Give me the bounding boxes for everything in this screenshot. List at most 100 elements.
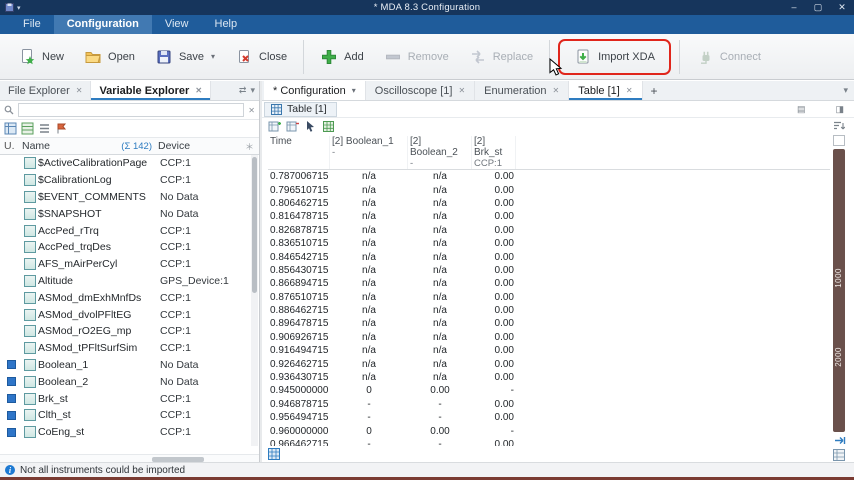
quick-access-caret-icon[interactable]: ▾ bbox=[17, 4, 21, 12]
hscrollbar-thumb[interactable] bbox=[152, 457, 204, 462]
tab-file-explorer[interactable]: File Explorer ✕ bbox=[0, 81, 91, 100]
table-row[interactable]: 0.960000000 0 0.00 - bbox=[268, 424, 830, 437]
sync-table-icon[interactable] bbox=[322, 120, 335, 133]
ribbon-tab-file[interactable]: File bbox=[10, 15, 54, 34]
tab-overflow-icon[interactable]: ▾ bbox=[843, 81, 854, 100]
close-tab-icon[interactable]: ✕ bbox=[553, 86, 560, 95]
configuration-tab-caret-icon[interactable]: ▾ bbox=[352, 86, 356, 95]
variable-row[interactable]: ASMod_dvolPFltEG CCP:1 bbox=[0, 306, 259, 323]
column-config-icon[interactable] bbox=[4, 122, 17, 135]
instrument-tab-table[interactable]: Table [1] bbox=[264, 102, 337, 117]
use-checkbox[interactable] bbox=[0, 428, 22, 437]
table-row[interactable]: 0.866894715 n/a n/a 0.00 bbox=[268, 277, 830, 290]
sort-order-icon[interactable] bbox=[833, 120, 845, 132]
tab-enumeration[interactable]: Enumeration ✕ bbox=[475, 81, 569, 100]
flat-list-icon[interactable] bbox=[38, 122, 51, 135]
maximize-instrument-icon[interactable]: ◨ bbox=[835, 104, 844, 115]
search-input[interactable] bbox=[18, 103, 244, 117]
variable-row[interactable]: Altitude GPS_Device:1 bbox=[0, 273, 259, 290]
table-row[interactable]: 0.946878715 - - 0.00 bbox=[268, 398, 830, 411]
col-brkst[interactable]: [2] Brk_st CCP:1 bbox=[472, 136, 516, 169]
remove-button[interactable]: Remove bbox=[374, 42, 459, 72]
column-options-icon[interactable]: ＊ bbox=[245, 140, 259, 153]
remove-column-icon[interactable] bbox=[286, 120, 299, 133]
add-tab-button[interactable]: + bbox=[643, 81, 666, 100]
layout-panel-icon[interactable]: ▤ bbox=[797, 104, 806, 115]
use-checkbox[interactable] bbox=[0, 411, 22, 420]
maximize-button[interactable]: ▢ bbox=[806, 0, 830, 15]
table-row[interactable]: 0.966462715 - - 0.00 bbox=[268, 438, 830, 446]
tab-oscilloscope[interactable]: Oscilloscope [1] ✕ bbox=[366, 81, 475, 100]
table-row[interactable]: 0.787006715 n/a n/a 0.00 bbox=[268, 170, 830, 183]
ribbon-tab-help[interactable]: Help bbox=[202, 15, 251, 34]
scrollbar-thumb[interactable] bbox=[252, 157, 257, 293]
table-row[interactable]: 0.896478715 n/a n/a 0.00 bbox=[268, 317, 830, 330]
variable-row[interactable]: ASMod_tPFltSurfSim CCP:1 bbox=[0, 340, 259, 357]
new-button[interactable]: New bbox=[8, 42, 74, 72]
variable-row[interactable]: AccPed_rTrq CCP:1 bbox=[0, 222, 259, 239]
panel-menu-icon[interactable]: ▾ bbox=[250, 85, 255, 96]
table-row[interactable]: 0.856430715 n/a n/a 0.00 bbox=[268, 264, 830, 277]
table-row[interactable]: 0.806462715 n/a n/a 0.00 bbox=[268, 197, 830, 210]
group-view-icon[interactable] bbox=[21, 122, 34, 135]
variable-row[interactable]: Brk_st CCP:1 bbox=[0, 390, 259, 407]
connect-button[interactable]: Connect bbox=[686, 42, 771, 72]
device-column-header[interactable]: Device bbox=[158, 140, 245, 152]
table-row[interactable]: 0.846542715 n/a n/a 0.00 bbox=[268, 250, 830, 263]
use-checkbox[interactable] bbox=[0, 360, 22, 369]
variable-row[interactable]: Boolean_2 No Data bbox=[0, 373, 259, 390]
swap-panel-icon[interactable]: ⇄ bbox=[239, 85, 247, 96]
add-button[interactable]: Add bbox=[310, 42, 374, 72]
variable-row[interactable]: $EVENT_COMMENTS No Data bbox=[0, 189, 259, 206]
save-quick-icon[interactable] bbox=[5, 3, 14, 12]
import-xda-button[interactable]: Import XDA bbox=[564, 42, 665, 72]
variable-row[interactable]: $SNAPSHOT No Data bbox=[0, 205, 259, 222]
table-row[interactable]: 0.916494715 n/a n/a 0.00 bbox=[268, 344, 830, 357]
name-column-header[interactable]: Name (Σ 142) bbox=[22, 140, 158, 152]
ribbon-tab-view[interactable]: View bbox=[152, 15, 202, 34]
close-config-button[interactable]: Close bbox=[225, 42, 297, 72]
variable-row[interactable]: ASMod_dmExhMnfDs CCP:1 bbox=[0, 289, 259, 306]
table-row[interactable]: 0.796510715 n/a n/a 0.00 bbox=[268, 183, 830, 196]
table-row[interactable]: 0.816478715 n/a n/a 0.00 bbox=[268, 210, 830, 223]
overview-viewport-box[interactable] bbox=[833, 135, 845, 146]
replace-button[interactable]: Replace bbox=[459, 42, 543, 72]
table-row[interactable]: 0.886462715 n/a n/a 0.00 bbox=[268, 304, 830, 317]
table-row[interactable]: 0.836510715 n/a n/a 0.00 bbox=[268, 237, 830, 250]
use-checkbox[interactable] bbox=[0, 377, 22, 386]
save-caret-icon[interactable]: ▾ bbox=[211, 52, 215, 61]
table-row[interactable]: 0.876510715 n/a n/a 0.00 bbox=[268, 291, 830, 304]
variable-row[interactable]: $ActiveCalibrationPage CCP:1 bbox=[0, 155, 259, 172]
add-column-icon[interactable] bbox=[268, 120, 281, 133]
variable-row[interactable]: $CalibrationLog CCP:1 bbox=[0, 172, 259, 189]
close-button[interactable]: ✕ bbox=[830, 0, 854, 15]
close-panel-icon[interactable]: ✕ bbox=[248, 106, 255, 115]
variable-list-scrollbar[interactable] bbox=[251, 155, 258, 446]
table-row[interactable]: 0.926462715 n/a n/a 0.00 bbox=[268, 357, 830, 370]
variable-row[interactable]: AFS_mAirPerCyl CCP:1 bbox=[0, 256, 259, 273]
tab-variable-explorer[interactable]: Variable Explorer ✕ bbox=[91, 81, 211, 100]
col-time[interactable]: Time bbox=[268, 136, 330, 169]
table-row[interactable]: 0.936430715 n/a n/a 0.00 bbox=[268, 371, 830, 384]
table-row[interactable]: 0.906926715 n/a n/a 0.00 bbox=[268, 331, 830, 344]
variable-row[interactable]: CoEng_st CCP:1 bbox=[0, 424, 259, 441]
use-checkbox[interactable] bbox=[0, 394, 22, 403]
filter-flag-icon[interactable] bbox=[55, 122, 68, 135]
variable-row[interactable]: Clth_st CCP:1 bbox=[0, 407, 259, 424]
col-boolean2[interactable]: [2] Boolean_2 - bbox=[408, 136, 472, 169]
table-overview-icon[interactable] bbox=[833, 449, 845, 461]
cursor-mode-icon[interactable] bbox=[304, 120, 317, 133]
jump-to-cursor-icon[interactable] bbox=[833, 435, 846, 446]
variable-row[interactable]: AccPed_trqDes CCP:1 bbox=[0, 239, 259, 256]
table-row[interactable]: 0.945000000 0 0.00 - bbox=[268, 384, 830, 397]
use-column-header[interactable]: U. bbox=[0, 140, 22, 152]
close-tab-icon[interactable]: ✕ bbox=[195, 86, 202, 95]
minimize-button[interactable]: – bbox=[782, 0, 806, 15]
table-row[interactable]: 0.956494715 - - 0.00 bbox=[268, 411, 830, 424]
open-button[interactable]: Open bbox=[74, 42, 145, 72]
close-tab-icon[interactable]: ✕ bbox=[76, 86, 83, 95]
table-config-icon[interactable] bbox=[268, 448, 280, 460]
ribbon-tab-configuration[interactable]: Configuration bbox=[54, 15, 152, 34]
tab-configuration[interactable]: * Configuration ▾ bbox=[264, 81, 366, 100]
tab-table[interactable]: Table [1] ✕ bbox=[569, 81, 642, 100]
